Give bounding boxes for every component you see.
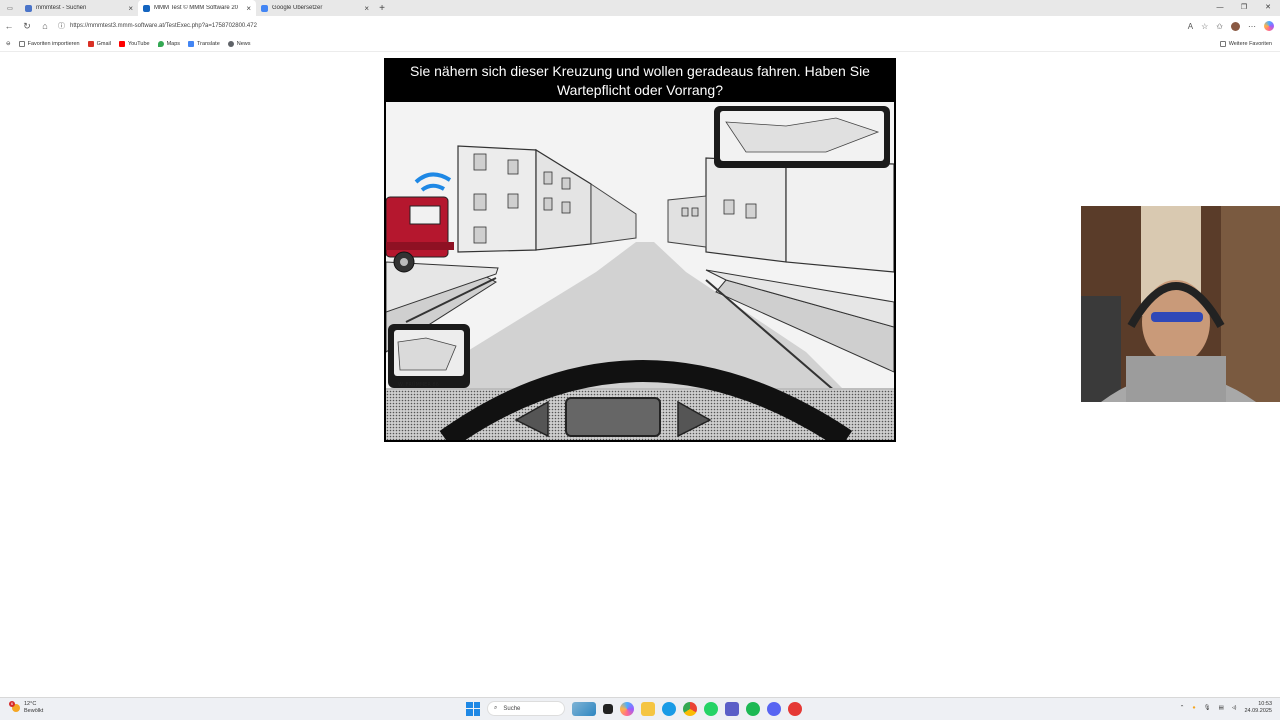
tab-search[interactable]: mmmtest - Suchen ×	[20, 0, 138, 16]
import-favorites-label: Favoriten importieren	[27, 40, 80, 47]
spotify-icon[interactable]	[746, 701, 760, 716]
favorites-list-icon[interactable]: ✩	[1216, 22, 1223, 31]
read-aloud-icon[interactable]: A	[1188, 22, 1193, 31]
microphone-icon[interactable]: 🎙	[1204, 705, 1211, 711]
search-label: Suche	[503, 705, 521, 712]
tab-mmm-test[interactable]: MMM Test © MMM Software 20 ×	[138, 0, 256, 16]
back-icon[interactable]: ←	[0, 21, 18, 31]
home-icon[interactable]: ⌂	[36, 21, 54, 31]
search-icon: ⌕	[494, 705, 498, 711]
tab-title: Google Übersetzer	[272, 5, 323, 11]
clock[interactable]: 10:53 24.09.2025	[1244, 701, 1272, 715]
favorite-youtube[interactable]: YouTube	[115, 40, 154, 47]
discord-icon[interactable]	[767, 701, 781, 716]
notification-badge: 6	[9, 701, 15, 707]
network-icon[interactable]: ▤	[1219, 705, 1224, 711]
volume-icon[interactable]: ◃)	[1232, 705, 1237, 711]
webcam-feed	[1081, 206, 1280, 402]
favorite-news[interactable]: News	[224, 40, 255, 47]
favorite-translate[interactable]: Translate	[184, 40, 224, 47]
widgets-app-icon[interactable]	[572, 701, 596, 716]
favorite-label: Maps	[166, 40, 181, 47]
webcam-overlay	[1081, 206, 1280, 402]
favorite-label: Translate	[197, 40, 220, 47]
close-tab-icon[interactable]: ×	[128, 4, 133, 13]
translate-icon	[188, 40, 195, 47]
weather-condition: Bewölkt	[24, 708, 44, 714]
address-field[interactable]: ⓘ https://mmmtest3.mmm-software.at/TestE…	[58, 19, 1188, 33]
chevron-up-icon[interactable]: ⌃	[1180, 705, 1185, 711]
other-favorites-link[interactable]: Weitere Favoriten	[1219, 36, 1272, 52]
whatsapp-icon[interactable]	[704, 701, 718, 716]
mmm-favicon-icon	[143, 4, 150, 12]
tab-translate[interactable]: Google Übersetzer ×	[256, 0, 374, 16]
start-button[interactable]	[466, 701, 480, 716]
new-tab-button[interactable]: +	[374, 3, 390, 14]
news-icon	[227, 40, 234, 47]
favorite-label: Gmail	[96, 40, 111, 47]
weather-widget[interactable]: 6 12°C Bewölkt	[9, 701, 44, 715]
import-favorites-link[interactable]: Favoriten importieren	[15, 40, 84, 47]
address-toolbar: ← ↻ ⌂ ⓘ https://mmmtest3.mmm-software.at…	[0, 16, 1280, 36]
question-text: Sie nähern sich dieser Kreuzung und woll…	[410, 63, 870, 98]
file-explorer-icon[interactable]	[641, 701, 655, 716]
translate-favicon-icon	[261, 4, 268, 12]
driver-view-drawing: W. FRÜMMER 86	[386, 102, 894, 440]
copilot-app-icon[interactable]	[620, 701, 634, 716]
window-controls: — ❐ ✕	[1208, 0, 1280, 16]
clock-time: 10:53	[1258, 701, 1272, 707]
edge-icon[interactable]	[662, 701, 676, 716]
favorite-label: News	[236, 40, 251, 47]
maps-pin-icon	[157, 40, 164, 47]
minimize-icon[interactable]: —	[1208, 0, 1232, 16]
chrome-icon[interactable]	[683, 701, 697, 716]
close-window-icon[interactable]: ✕	[1256, 0, 1280, 16]
temperature: 12°C	[24, 701, 37, 707]
illustration-signature: W. FRÜMMER 86	[398, 381, 439, 388]
taskbar-search[interactable]: ⌕ Suche	[487, 701, 565, 716]
question-card: Sie nähern sich dieser Kreuzung und woll…	[384, 58, 896, 442]
search-favicon-icon	[25, 4, 32, 12]
close-tab-icon[interactable]: ×	[364, 4, 369, 13]
url-text: https://mmmtest3.mmm-software.at/TestExe…	[70, 23, 257, 29]
page-content: Sie nähern sich dieser Kreuzung und woll…	[0, 52, 1280, 697]
favorite-maps[interactable]: Maps	[154, 40, 184, 47]
recording-app-icon[interactable]	[788, 701, 802, 716]
folder-icon	[18, 40, 25, 47]
intersection-illustration: W. FRÜMMER 86	[386, 102, 894, 440]
folder-icon	[1219, 41, 1226, 47]
favorite-gmail[interactable]: Gmail	[84, 40, 115, 47]
windows-taskbar: 6 12°C Bewölkt ⌕ Suche ⌃ ● 🎙 ▤ ◃) 10:53 …	[0, 697, 1280, 720]
security-icon[interactable]: ●	[1192, 705, 1195, 711]
youtube-icon	[118, 40, 125, 47]
clock-date: 24.09.2025	[1244, 708, 1272, 714]
task-view-icon[interactable]	[603, 703, 613, 714]
tab-title: mmmtest - Suchen	[36, 5, 87, 11]
restore-icon[interactable]: ❐	[1232, 0, 1256, 16]
system-tray: ⌃ ● 🎙 ▤ ◃) 10:53 24.09.2025	[1180, 701, 1272, 715]
other-favorites-label: Weitere Favoriten	[1228, 41, 1272, 47]
site-info-icon[interactable]: ⓘ	[58, 21, 65, 31]
browser-tab-bar: ▭ mmmtest - Suchen × MMM Test © MMM Soft…	[0, 0, 1280, 16]
weather-sun-icon: 6	[9, 701, 20, 712]
more-menu-icon[interactable]: ⋯	[1248, 22, 1256, 31]
favorites-bar: ⊖ Favoriten importieren Gmail YouTube Ma…	[0, 36, 1280, 52]
tab-actions-icon[interactable]: ▭	[0, 0, 20, 16]
favorite-label: YouTube	[127, 40, 150, 47]
teams-icon[interactable]	[725, 701, 739, 716]
profile-avatar[interactable]	[1231, 21, 1240, 31]
tab-title: MMM Test © MMM Software 20	[154, 5, 238, 11]
gmail-icon	[87, 40, 94, 47]
collections-icon[interactable]: ⊖	[0, 41, 15, 47]
copilot-icon[interactable]	[1264, 21, 1274, 31]
favorite-star-icon[interactable]: ☆	[1201, 22, 1208, 31]
close-tab-icon[interactable]: ×	[246, 4, 251, 13]
refresh-icon[interactable]: ↻	[18, 21, 36, 32]
